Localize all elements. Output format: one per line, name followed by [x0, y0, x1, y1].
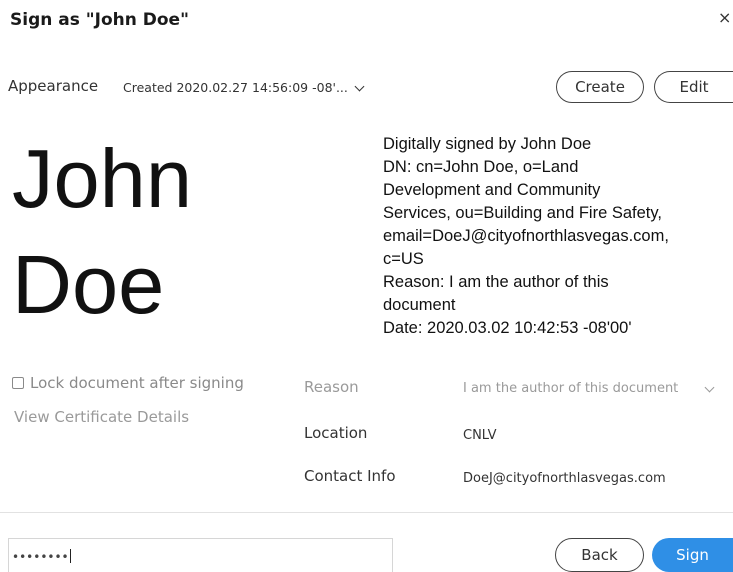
- chevron-down-icon: [704, 382, 715, 392]
- view-certificate-link[interactable]: View Certificate Details: [14, 408, 189, 426]
- reason-dropdown[interactable]: I am the author of this document: [463, 381, 715, 396]
- create-button[interactable]: Create: [556, 71, 644, 103]
- password-mask: ••••••••: [12, 550, 69, 564]
- back-button[interactable]: Back: [555, 538, 644, 572]
- chevron-down-icon: [354, 81, 365, 91]
- text-cursor: [69, 549, 72, 563]
- location-label: Location: [304, 424, 368, 442]
- appearance-selected-value: Created 2020.02.27 14:56:09 -08'...: [123, 80, 348, 95]
- edit-button[interactable]: Edit: [654, 71, 733, 103]
- password-input[interactable]: ••••••••: [8, 538, 393, 572]
- signature-details: Digitally signed by John Doe DN: cn=John…: [383, 135, 669, 337]
- location-field[interactable]: CNLV: [463, 428, 497, 443]
- contact-info-field[interactable]: DoeJ@cityofnorthlasvegas.com: [463, 471, 666, 486]
- reason-label: Reason: [304, 378, 359, 396]
- checkbox-icon[interactable]: [12, 377, 24, 389]
- dialog-title: Sign as "John Doe": [10, 10, 189, 30]
- footer-divider: [0, 512, 733, 513]
- lock-document-checkbox[interactable]: Lock document after signing: [12, 374, 244, 392]
- close-icon[interactable]: ×: [718, 10, 731, 26]
- contact-info-label: Contact Info: [304, 467, 396, 485]
- signature-last-name: Doe: [12, 238, 165, 331]
- reason-value: I am the author of this document: [463, 381, 679, 396]
- lock-document-label: Lock document after signing: [30, 374, 244, 392]
- appearance-dropdown[interactable]: Created 2020.02.27 14:56:09 -08'...: [123, 80, 365, 95]
- signature-first-name: John: [12, 132, 192, 225]
- appearance-label: Appearance: [8, 77, 99, 95]
- sign-button[interactable]: Sign: [652, 538, 733, 572]
